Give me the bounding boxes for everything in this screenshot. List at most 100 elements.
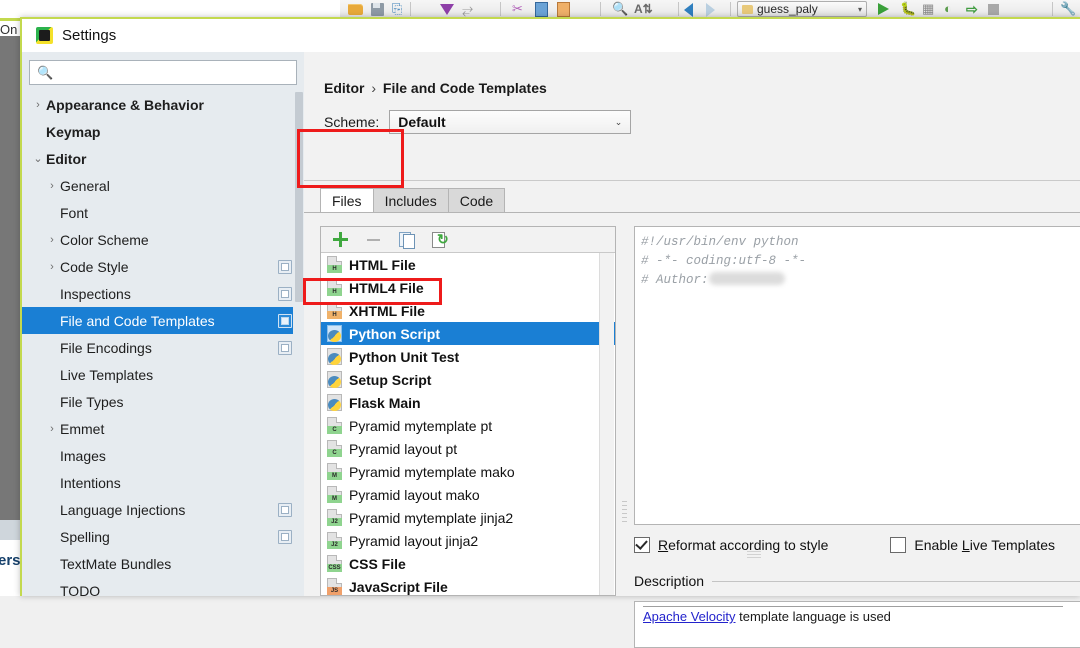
sidebar-item-live-templates[interactable]: Live Templates [22,361,304,388]
sidebar-item-editor[interactable]: ⌄ Editor [22,145,304,172]
debug-icon[interactable]: 🐛 [900,2,916,16]
toolbar-group-file[interactable]: ⎘ [348,0,407,18]
list-item[interactable]: M Pyramid layout mako [321,483,599,506]
toolbar-group-settings[interactable]: 🔧 [1060,0,1076,18]
sidebar-item-spelling[interactable]: Spelling [22,523,304,550]
sidebar-item-inspections[interactable]: Inspections [22,280,304,307]
toolbar-group-vcs[interactable]: ⥂ [440,0,477,18]
run-icon[interactable] [878,2,893,16]
breadcrumb-parent[interactable]: Editor [324,80,364,96]
chevron-down-icon[interactable]: ▾ [858,5,862,14]
live-templates-option[interactable]: Enable Live Templates [890,537,1055,553]
toolbar-group-run[interactable]: 🐛 ▦ ◐ ⇨ [878,0,1003,18]
sync-icon[interactable]: ⎘ [392,2,407,16]
sidebar-item-appearance-behavior[interactable]: › Appearance & Behavior [22,91,304,118]
html-file-icon: H [327,256,342,273]
find-icon[interactable]: 🔍 [612,2,628,16]
list-item[interactable]: Setup Script [321,368,599,391]
vcs-push-icon[interactable]: ⥂ [462,2,477,16]
paste-icon[interactable] [556,2,571,17]
reformat-option[interactable]: Reformat according to style [634,537,828,553]
list-item[interactable]: H XHTML File [321,299,599,322]
file-type-tag: H [327,311,342,319]
sidebar-item-file-encodings[interactable]: File Encodings [22,334,304,361]
settings-icon[interactable]: 🔧 [1060,2,1076,16]
template-editor[interactable]: #!/usr/bin/env python # -*- coding:utf-8… [634,226,1080,525]
list-item[interactable]: CSS CSS File [321,552,599,575]
splitter-grip[interactable] [622,501,627,527]
toolbar-separator [500,2,501,16]
sidebar-item-file-and-code-templates[interactable]: File and Code Templates [22,307,304,334]
list-item[interactable]: J2 Pyramid layout jinja2 [321,529,599,552]
back-icon[interactable] [684,2,699,17]
reset-template-button[interactable] [431,231,449,248]
list-item[interactable]: J2 Pyramid mytemplate jinja2 [321,506,599,529]
toolbar-separator [600,2,601,16]
chevron-right-icon[interactable]: › [44,180,60,192]
save-all-icon[interactable] [370,2,385,16]
reformat-checkbox[interactable] [634,537,650,553]
attach-icon[interactable]: ⇨ [966,2,981,16]
vcs-update-icon[interactable] [440,2,455,16]
tab-files[interactable]: Files [320,188,374,213]
run-configuration-selector[interactable]: guess_paly ▾ [737,1,867,17]
live-templates-checkbox[interactable] [890,537,907,553]
template-list-scrollbar[interactable] [599,253,614,595]
toolbar-group-find[interactable]: 🔍 A⇅ [612,0,653,18]
chevron-right-icon[interactable]: › [44,261,60,273]
stop-icon[interactable] [988,2,1003,16]
cut-icon[interactable]: ✂ [512,2,527,16]
panel-splitter[interactable] [619,226,631,596]
chevron-right-icon[interactable]: › [44,423,60,435]
sidebar-item-emmet[interactable]: › Emmet [22,415,304,442]
folder-open-icon[interactable] [348,2,363,16]
list-item[interactable]: Python Script [321,322,615,345]
apache-velocity-link[interactable]: Apache Velocity [643,609,736,624]
chevron-down-icon[interactable]: ⌄ [30,152,46,165]
sidebar-item-label: Intentions [60,474,121,491]
copy-icon[interactable] [534,2,549,17]
list-item[interactable]: JS JavaScript File [321,575,599,595]
tab-code[interactable]: Code [447,188,506,213]
tab-includes[interactable]: Includes [372,188,449,213]
sidebar-scrollbar[interactable] [293,92,304,592]
list-item[interactable]: M Pyramid mytemplate mako [321,460,599,483]
sidebar-item-color-scheme[interactable]: › Color Scheme [22,226,304,253]
scheme-select[interactable]: Default ⌄ [389,110,632,134]
sidebar-item-file-types[interactable]: File Types [22,388,304,415]
sidebar-scrollbar-thumb[interactable] [295,92,303,302]
chevron-right-icon[interactable]: › [30,99,46,111]
template-options-row: Reformat according to style Enable Live … [634,534,1080,558]
list-item[interactable]: Flask Main [321,391,599,414]
sidebar-item-language-injections[interactable]: Language Injections [22,496,304,523]
list-item[interactable]: C Pyramid layout pt [321,437,599,460]
sidebar-item-general[interactable]: › General [22,172,304,199]
remove-template-button[interactable] [365,231,382,248]
sidebar-item-keymap[interactable]: Keymap [22,118,304,145]
forward-icon[interactable] [706,2,721,17]
sidebar-item-todo[interactable]: TODO [22,577,304,604]
tabs-underline [304,212,1080,213]
sidebar-item-font[interactable]: Font [22,199,304,226]
sidebar-item-images[interactable]: Images [22,442,304,469]
profile-icon[interactable]: ◐ [944,2,959,16]
sidebar-item-intentions[interactable]: Intentions [22,469,304,496]
copy-template-button[interactable] [398,231,415,249]
sidebar-item-textmate-bundles[interactable]: TextMate Bundles [22,550,304,577]
toolbar-group-navigation[interactable] [684,0,721,18]
toolbar-group-clipboard[interactable]: ✂ [512,0,571,18]
chevron-down-icon[interactable]: ⌄ [615,117,623,128]
replace-icon[interactable]: A⇅ [634,2,653,16]
live-templates-label-rest: ive Templates [969,537,1056,553]
chevron-right-icon[interactable]: › [44,234,60,246]
sidebar-item-label: Inspections [60,285,131,302]
search-input[interactable] [59,64,289,81]
list-item[interactable]: Python Unit Test [321,345,599,368]
coverage-icon[interactable]: ▦ [922,2,937,16]
list-item[interactable]: H HTML File [321,253,599,276]
add-template-button[interactable] [332,231,349,248]
list-item[interactable]: C Pyramid mytemplate pt [321,414,599,437]
list-item[interactable]: H HTML4 File [321,276,599,299]
sidebar-item-code-style[interactable]: › Code Style [22,253,304,280]
search-box[interactable]: 🔍 [29,60,297,85]
